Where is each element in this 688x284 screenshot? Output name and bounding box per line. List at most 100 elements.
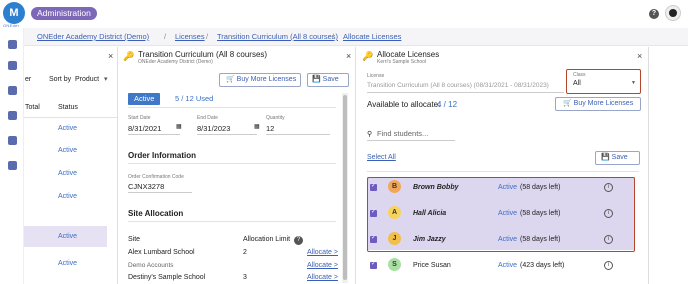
info-icon[interactable]: i [604, 235, 613, 244]
app-logo[interactable]: M [3, 2, 25, 24]
column-status: Status [58, 104, 78, 111]
student-checkbox[interactable] [370, 208, 377, 217]
license-subtitle: ONEder Academy District (Demo) [138, 59, 213, 65]
input-underline [128, 192, 192, 193]
info-icon[interactable]: i [604, 261, 613, 270]
chevron-down-icon[interactable]: ▼ [631, 80, 636, 86]
close-icon[interactable]: × [637, 51, 642, 61]
help-icon[interactable]: ? [294, 236, 303, 245]
student-avatar: B [388, 180, 401, 193]
search-input[interactable]: Find students... [377, 129, 428, 138]
top-bar: M ONEder Administration ? [0, 0, 688, 28]
info-icon[interactable]: i [604, 183, 613, 192]
allocate-link[interactable]: Allocate > [307, 249, 338, 256]
license-select[interactable]: Transition Curriculum (All 8 courses) (0… [367, 82, 563, 89]
breadcrumb-district[interactable]: ONEder Academy District (Demo) [37, 28, 149, 46]
quantity-label: Quantity [266, 115, 285, 121]
scrollbar[interactable] [342, 93, 348, 283]
end-date-label: End Date [197, 115, 218, 121]
save-label: Save [322, 76, 339, 83]
student-days-left: (58 days left) [520, 236, 561, 243]
start-date-field[interactable]: 8/31/2021 [128, 124, 161, 133]
divider [24, 117, 117, 118]
student-avatar: A [388, 206, 401, 219]
list-header-fragment: er [25, 76, 32, 83]
breadcrumb-license[interactable]: Transition Curriculum (All 8 courses) [217, 28, 338, 46]
order-code-label: Order Confirmation Code [128, 174, 184, 180]
key-icon: 🔑 [362, 51, 374, 61]
scrollbar-thumb[interactable] [343, 95, 347, 280]
calendar-icon[interactable]: ▦ [176, 123, 182, 130]
cart-icon: 🛒 [226, 76, 237, 83]
chevron-down-icon[interactable]: ▾ [104, 75, 108, 83]
student-days-left: (58 days left) [520, 184, 561, 191]
student-days-left: (58 days left) [520, 210, 561, 217]
buy-more-licenses-label: Buy More Licenses [573, 100, 634, 107]
allocate-licenses-panel: 🔑 Allocate Licenses Kerri's Sample Schoo… [356, 47, 649, 284]
dashboard-icon[interactable] [8, 40, 17, 49]
close-icon[interactable]: × [346, 51, 351, 61]
input-underline [266, 134, 330, 135]
users-icon[interactable] [8, 111, 17, 120]
license-detail-panel: 🔑 Transition Curriculum (All 8 courses) … [118, 47, 356, 284]
student-checkbox[interactable] [370, 260, 377, 269]
buy-more-licenses-label: Buy More Licenses [236, 76, 297, 83]
student-status: Active [498, 262, 518, 269]
document-icon[interactable] [8, 161, 17, 170]
buy-more-licenses-button[interactable]: 🛒 Buy More Licenses [219, 73, 301, 87]
student-avatar: J [388, 232, 401, 245]
student-name: Price Susan [413, 262, 451, 269]
available-count: 4 / 12 [437, 100, 458, 109]
end-date-field[interactable]: 8/31/2023 [197, 124, 230, 133]
sort-label: Sort by [49, 76, 72, 83]
class-select[interactable]: Class All ▼ [566, 69, 641, 94]
save-button[interactable]: 💾 Save [307, 73, 349, 87]
graduation-cap-icon[interactable] [8, 86, 17, 95]
student-checkbox[interactable] [370, 234, 377, 243]
site-limit[interactable]: 3 [243, 274, 247, 281]
cart-icon: 🛒 [563, 100, 574, 107]
student-avatar: S [388, 258, 401, 271]
search-icon: ⚲ [367, 131, 373, 138]
quantity-field[interactable]: 12 [266, 124, 274, 133]
status-badge: Active [128, 93, 161, 105]
help-icon[interactable]: ? [649, 9, 659, 19]
divider [128, 163, 336, 164]
school-icon[interactable] [8, 61, 17, 70]
student-days-left: (423 days left) [520, 262, 565, 269]
input-underline [367, 140, 455, 141]
license-label: License [367, 73, 385, 79]
key-icon: 🔑 [123, 51, 135, 61]
student-status: Active [498, 210, 518, 217]
administration-badge[interactable]: Administration [31, 7, 97, 20]
allocate-link[interactable]: Allocate > [307, 274, 338, 281]
column-total: Total [25, 104, 40, 111]
breadcrumb-separator: / [206, 32, 209, 41]
buy-more-licenses-button[interactable]: 🛒 Buy More Licenses [555, 97, 641, 111]
order-code-field[interactable]: CJNX3278 [128, 182, 164, 191]
key-icon[interactable] [8, 136, 17, 145]
save-button[interactable]: 💾 Save [595, 151, 640, 165]
site-limit[interactable]: 2 [243, 249, 247, 256]
sort-select[interactable]: Product [75, 76, 99, 83]
user-avatar[interactable] [665, 5, 681, 21]
allocate-link[interactable]: Allocate > [307, 262, 338, 269]
start-date-label: Start Date [128, 115, 151, 121]
save-label: Save [611, 154, 628, 161]
save-icon: 💾 [601, 154, 612, 161]
student-checkbox[interactable] [370, 182, 377, 191]
close-icon[interactable]: × [108, 51, 113, 61]
breadcrumb-licenses[interactable]: Licenses [175, 28, 205, 46]
status-active: Active [58, 147, 78, 154]
column-allocation-limit: Allocation Limit [243, 236, 291, 243]
license-title: Transition Curriculum (All 8 courses) [138, 50, 268, 59]
breadcrumb-allocate[interactable]: Allocate Licenses [343, 28, 401, 46]
sidebar [0, 28, 24, 284]
save-icon: 💾 [312, 76, 323, 83]
class-label: Class [573, 72, 586, 78]
calendar-icon[interactable]: ▦ [254, 123, 260, 130]
select-all-link[interactable]: Select All [367, 154, 396, 161]
student-status: Active [498, 236, 518, 243]
status-active: Active [58, 233, 78, 240]
info-icon[interactable]: i [604, 209, 613, 218]
